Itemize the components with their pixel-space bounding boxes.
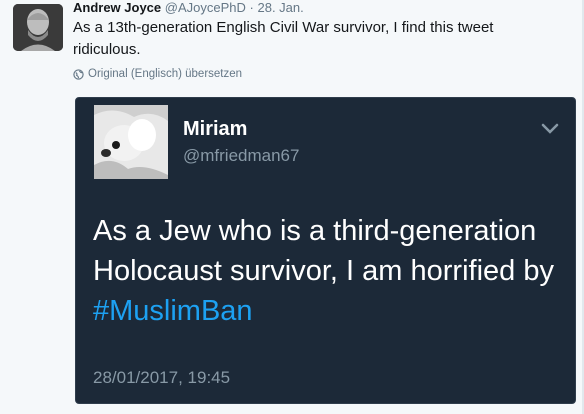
globe-icon [73,68,84,80]
header-separator: · [249,0,254,15]
author-handle[interactable]: @AJoycePhD [165,0,246,15]
tweet-header: Andrew Joyce @AJoycePhD · 28. Jan. [73,0,304,15]
quoted-tweet-body: As a Jew who is a third-generation Holoc… [93,215,554,287]
bust-avatar-icon [13,4,63,51]
chevron-down-icon[interactable] [541,123,559,135]
quoted-tweet-text: As a Jew who is a third-generation Holoc… [93,211,568,331]
dog-avatar-icon [94,105,168,179]
quoted-author-avatar[interactable] [94,105,168,179]
quoted-author-handle[interactable]: @mfriedman67 [183,146,299,166]
tweet-date[interactable]: 28. Jan. [258,0,304,15]
author-name[interactable]: Andrew Joyce [73,0,161,15]
translate-link[interactable]: Original (Englisch) übersetzen [73,67,242,81]
quoted-tweet-card[interactable]: Miriam @mfriedman67 As a Jew who is a th… [75,97,576,404]
hashtag-link[interactable]: #MuslimBan [93,295,253,327]
tweet-text: As a 13th-generation English Civil War s… [73,19,494,58]
quoted-author-name[interactable]: Miriam [183,118,247,141]
author-avatar[interactable] [13,4,63,51]
quoted-timestamp[interactable]: 28/01/2017, 19:45 [93,368,230,388]
translate-label: Original (Englisch) übersetzen [88,68,243,80]
